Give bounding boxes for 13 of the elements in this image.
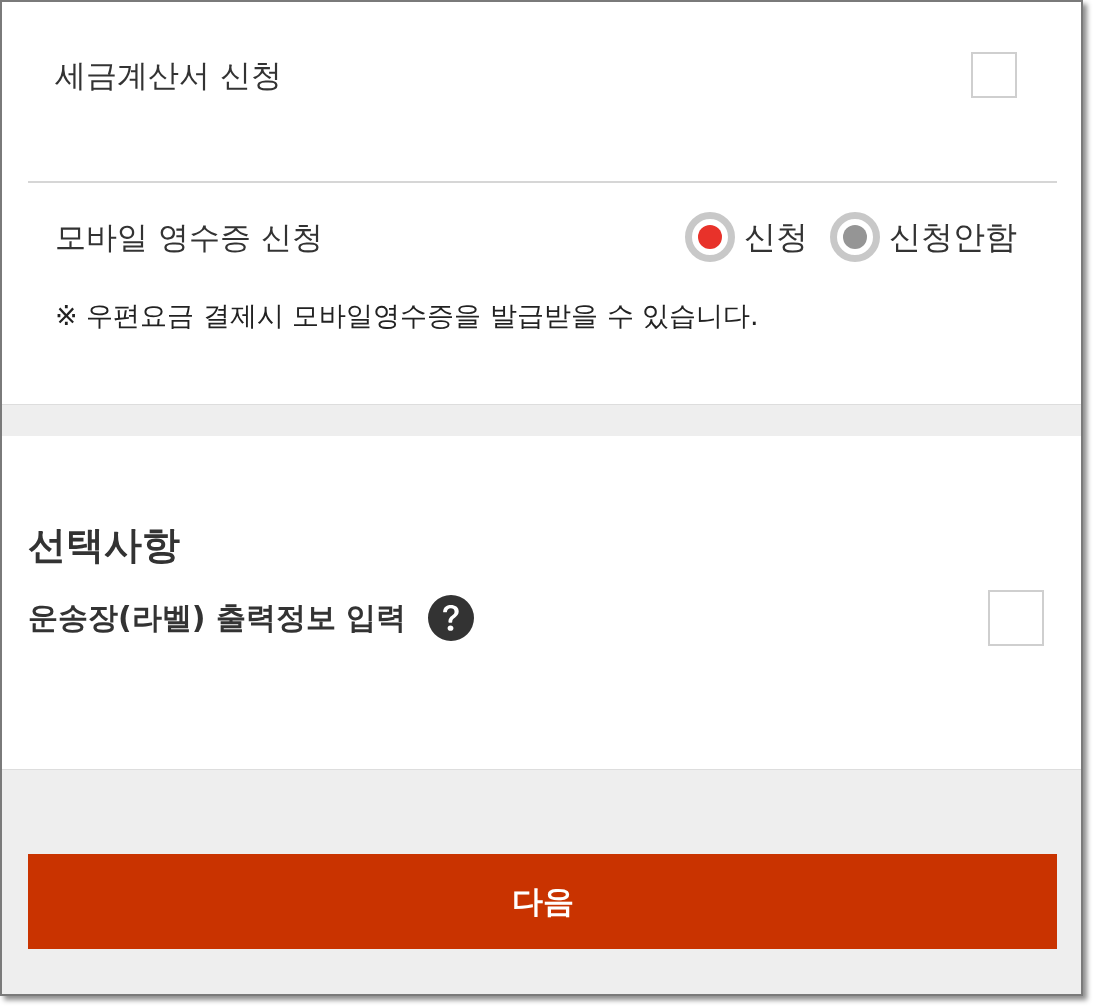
radio-label[interactable]: 신청 — [744, 212, 808, 262]
receipt-note: ※ 우편요금 결제시 모바일영수증을 발급받을 수 있습니다. — [55, 299, 759, 333]
radio-button[interactable] — [685, 212, 735, 262]
radio-button[interactable] — [830, 212, 880, 262]
mobile-receipt-label: 모바일 영수증 신청 — [55, 218, 323, 257]
next-button[interactable]: 다음 — [28, 854, 1057, 949]
help-icon[interactable] — [428, 595, 475, 641]
section-heading: 선택사항 — [28, 522, 180, 569]
label-print-info-label: 운송장(라벨) 출력정보 입력 — [28, 599, 407, 637]
checkbox[interactable] — [988, 590, 1044, 646]
radio-label[interactable]: 신청안함 — [889, 212, 1017, 262]
checkbox[interactable] — [971, 52, 1017, 98]
tax-invoice-label: 세금계산서 신청 — [55, 56, 282, 95]
